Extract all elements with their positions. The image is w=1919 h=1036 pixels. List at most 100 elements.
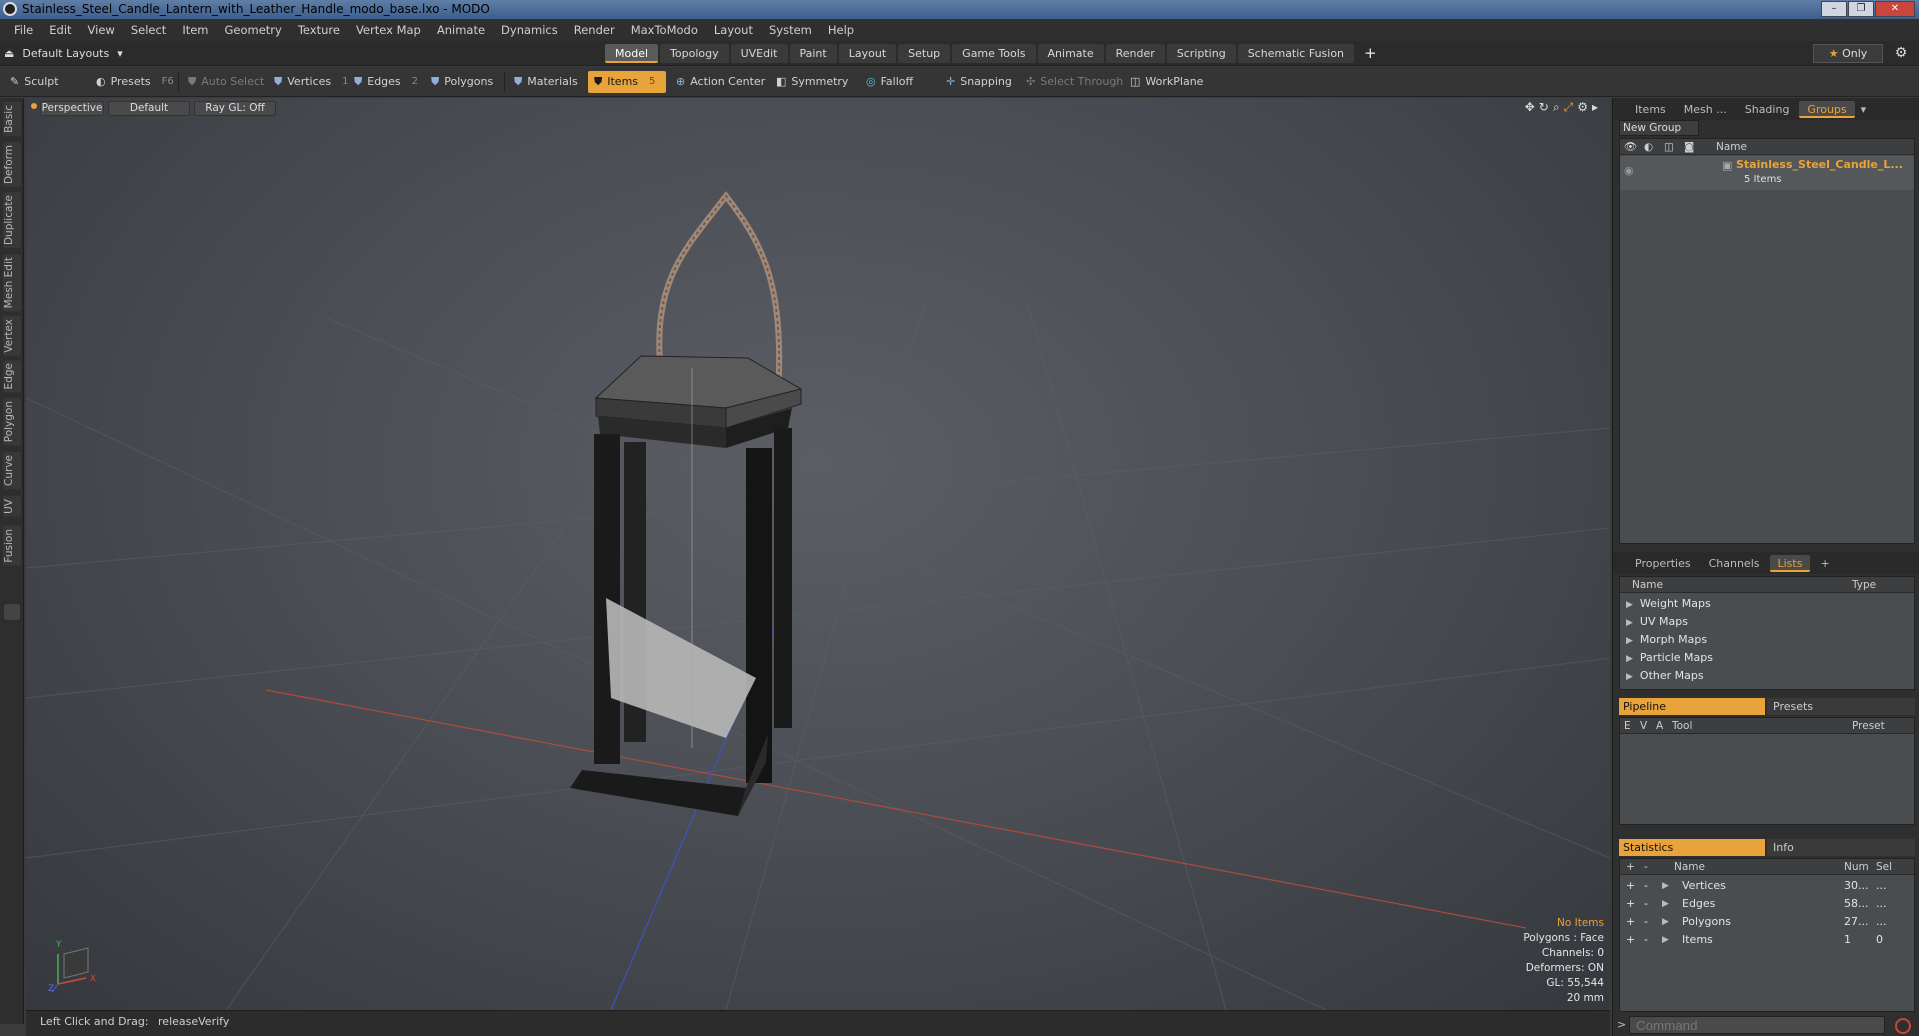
gear-icon[interactable]: ⚙ <box>1891 44 1911 63</box>
expand-arrow-icon[interactable]: ▶ <box>1626 672 1633 682</box>
expand-arrow-icon[interactable]: ▶ <box>1626 654 1633 664</box>
group-row[interactable]: ◉ ▣ Stainless_Steel_Candle_L... 5 Items <box>1620 156 1914 190</box>
raygl-button[interactable]: Ray GL: Off <box>194 101 276 116</box>
viewport-settings-icon[interactable]: ⚙ <box>1577 100 1588 115</box>
expand-arrow-icon[interactable]: ▸ <box>1592 100 1598 115</box>
stats-row-polygons[interactable]: + - ▶ Polygons 27... ... <box>1620 913 1914 931</box>
command-input[interactable] <box>1629 1016 1885 1034</box>
tab-pipeline[interactable]: Pipeline <box>1619 698 1765 715</box>
tab-properties[interactable]: Properties <box>1627 555 1699 572</box>
list-item-weight-maps[interactable]: ▶ Weight Maps <box>1626 595 1711 613</box>
tab-presets[interactable]: Presets <box>1767 698 1915 715</box>
new-group-button[interactable]: New Group <box>1619 120 1699 136</box>
visibility-toggle-icon[interactable]: ◉ <box>1624 164 1634 177</box>
menu-dynamics[interactable]: Dynamics <box>493 23 566 37</box>
expand-arrow-icon[interactable]: ▶ <box>1626 600 1633 610</box>
tab-duplicate[interactable]: Duplicate <box>3 192 21 249</box>
tab-edge[interactable]: Edge <box>3 360 21 393</box>
move-view-icon[interactable]: ✥ <box>1525 100 1535 115</box>
close-button[interactable]: ✕ <box>1875 1 1915 17</box>
menu-maxtomodo[interactable]: MaxToModo <box>623 23 706 37</box>
falloff-button[interactable]: ◎ Falloff <box>860 71 919 93</box>
edges-button[interactable]: ⛊ Edges 2 <box>348 71 424 93</box>
expand-arrow-icon[interactable]: ▶ <box>1626 618 1633 628</box>
menu-file[interactable]: File <box>6 23 41 37</box>
tab-uvedit[interactable]: UVEdit <box>730 44 788 63</box>
snapping-button[interactable]: ✛ Snapping <box>940 71 1018 93</box>
auto-select-button[interactable]: ⛊ Auto Select <box>182 71 270 93</box>
chevron-down-icon[interactable]: ▾ <box>1861 103 1867 116</box>
tab-schematic-fusion[interactable]: Schematic Fusion <box>1237 44 1355 63</box>
tab-curve[interactable]: Curve <box>3 452 21 489</box>
menu-edit[interactable]: Edit <box>41 23 79 37</box>
record-icon[interactable] <box>1895 1018 1911 1034</box>
maximize-button[interactable]: ❐ <box>1848 1 1874 17</box>
sculpt-button[interactable]: ✎ Sculpt <box>4 71 88 93</box>
menu-select[interactable]: Select <box>123 23 174 37</box>
list-item-other-maps[interactable]: ▶ Other Maps <box>1626 667 1704 685</box>
tab-render[interactable]: Render <box>1105 44 1165 63</box>
tab-model[interactable]: Model <box>605 44 659 63</box>
tab-animate[interactable]: Animate <box>1037 44 1104 63</box>
menu-system[interactable]: System <box>761 23 820 37</box>
menu-item[interactable]: Item <box>174 23 216 37</box>
symmetry-button[interactable]: ◧ Symmetry <box>770 71 854 93</box>
workplane-button[interactable]: ◫ WorkPlane <box>1124 71 1209 93</box>
tab-fusion[interactable]: Fusion <box>3 526 21 566</box>
menu-render[interactable]: Render <box>566 23 623 37</box>
viewport-menu-icon[interactable] <box>31 103 37 109</box>
shading-button[interactable]: Default <box>108 101 190 116</box>
tab-groups[interactable]: Groups <box>1799 100 1855 118</box>
zoom-view-icon[interactable]: ⌕ <box>1553 100 1560 115</box>
tab-shading[interactable]: Shading <box>1737 101 1798 118</box>
tab-basic[interactable]: Basic <box>3 102 21 136</box>
tab-setup[interactable]: Setup <box>898 44 951 63</box>
menu-view[interactable]: View <box>80 23 123 37</box>
menu-help[interactable]: Help <box>820 23 862 37</box>
materials-button[interactable]: ⛊ Materials <box>508 71 584 93</box>
expand-arrow-icon[interactable]: ▶ <box>1626 636 1633 646</box>
minimize-button[interactable]: – <box>1821 1 1847 17</box>
vertices-button[interactable]: ⛊ Vertices 1 <box>268 71 355 93</box>
view-type-button[interactable]: Perspective <box>40 101 104 116</box>
menu-vertex-map[interactable]: Vertex Map <box>348 23 429 37</box>
stats-row-vertices[interactable]: + - ▶ Vertices 30... ... <box>1620 877 1914 895</box>
presets-button[interactable]: ◐ Presets F6 <box>90 71 174 93</box>
tab-topology[interactable]: Topology <box>660 44 729 63</box>
stats-row-edges[interactable]: + - ▶ Edges 58... ... <box>1620 895 1914 913</box>
tab-items[interactable]: Items <box>1627 101 1674 118</box>
items-button[interactable]: ⛊ Items 5 <box>588 71 666 93</box>
tab-statistics[interactable]: Statistics <box>1619 839 1765 856</box>
tab-uv[interactable]: UV <box>3 496 21 517</box>
polygons-button[interactable]: ⛊ Polygons <box>425 71 499 93</box>
tab-info[interactable]: Info <box>1767 839 1915 856</box>
list-item-particle-maps[interactable]: ▶ Particle Maps <box>1626 649 1713 667</box>
tab-layout[interactable]: Layout <box>838 44 897 63</box>
tab-scripting[interactable]: Scripting <box>1166 44 1236 63</box>
tab-paint[interactable]: Paint <box>789 44 837 63</box>
menu-layout[interactable]: Layout <box>706 23 761 37</box>
add-panel-tab-button[interactable]: + <box>1812 555 1837 572</box>
only-button[interactable]: ★ Only <box>1813 44 1883 63</box>
tab-deform[interactable]: Deform <box>3 142 21 188</box>
add-tab-button[interactable]: + <box>1356 44 1385 63</box>
select-through-button[interactable]: ✣ Select Through <box>1020 71 1129 93</box>
menu-geometry[interactable]: Geometry <box>217 23 290 37</box>
tab-polygon[interactable]: Polygon <box>3 398 21 446</box>
tab-channels[interactable]: Channels <box>1701 555 1768 572</box>
tab-mesh-edit[interactable]: Mesh Edit <box>3 254 21 312</box>
rotate-view-icon[interactable]: ↻ <box>1539 100 1549 115</box>
menu-texture[interactable]: Texture <box>290 23 348 37</box>
tab-mesh[interactable]: Mesh ... <box>1676 101 1735 118</box>
list-item-morph-maps[interactable]: ▶ Morph Maps <box>1626 631 1707 649</box>
list-item-uv-maps[interactable]: ▶ UV Maps <box>1626 613 1688 631</box>
panel-toggle-button[interactable] <box>4 604 20 620</box>
tab-game-tools[interactable]: Game Tools <box>952 44 1036 63</box>
tab-vertex[interactable]: Vertex <box>3 316 21 356</box>
layout-selector[interactable]: ⏏ Default Layouts ▾ <box>4 45 123 62</box>
tab-lists[interactable]: Lists <box>1769 554 1811 572</box>
fit-view-icon[interactable]: ⤢ <box>1564 100 1574 115</box>
stats-row-items[interactable]: + - ▶ Items 1 0 <box>1620 931 1914 949</box>
action-center-button[interactable]: ⊕ Action Center <box>670 71 771 93</box>
3d-viewport[interactable]: Perspective Default Ray GL: Off ✥ ↻ ⌕ ⤢ … <box>26 98 1610 1010</box>
